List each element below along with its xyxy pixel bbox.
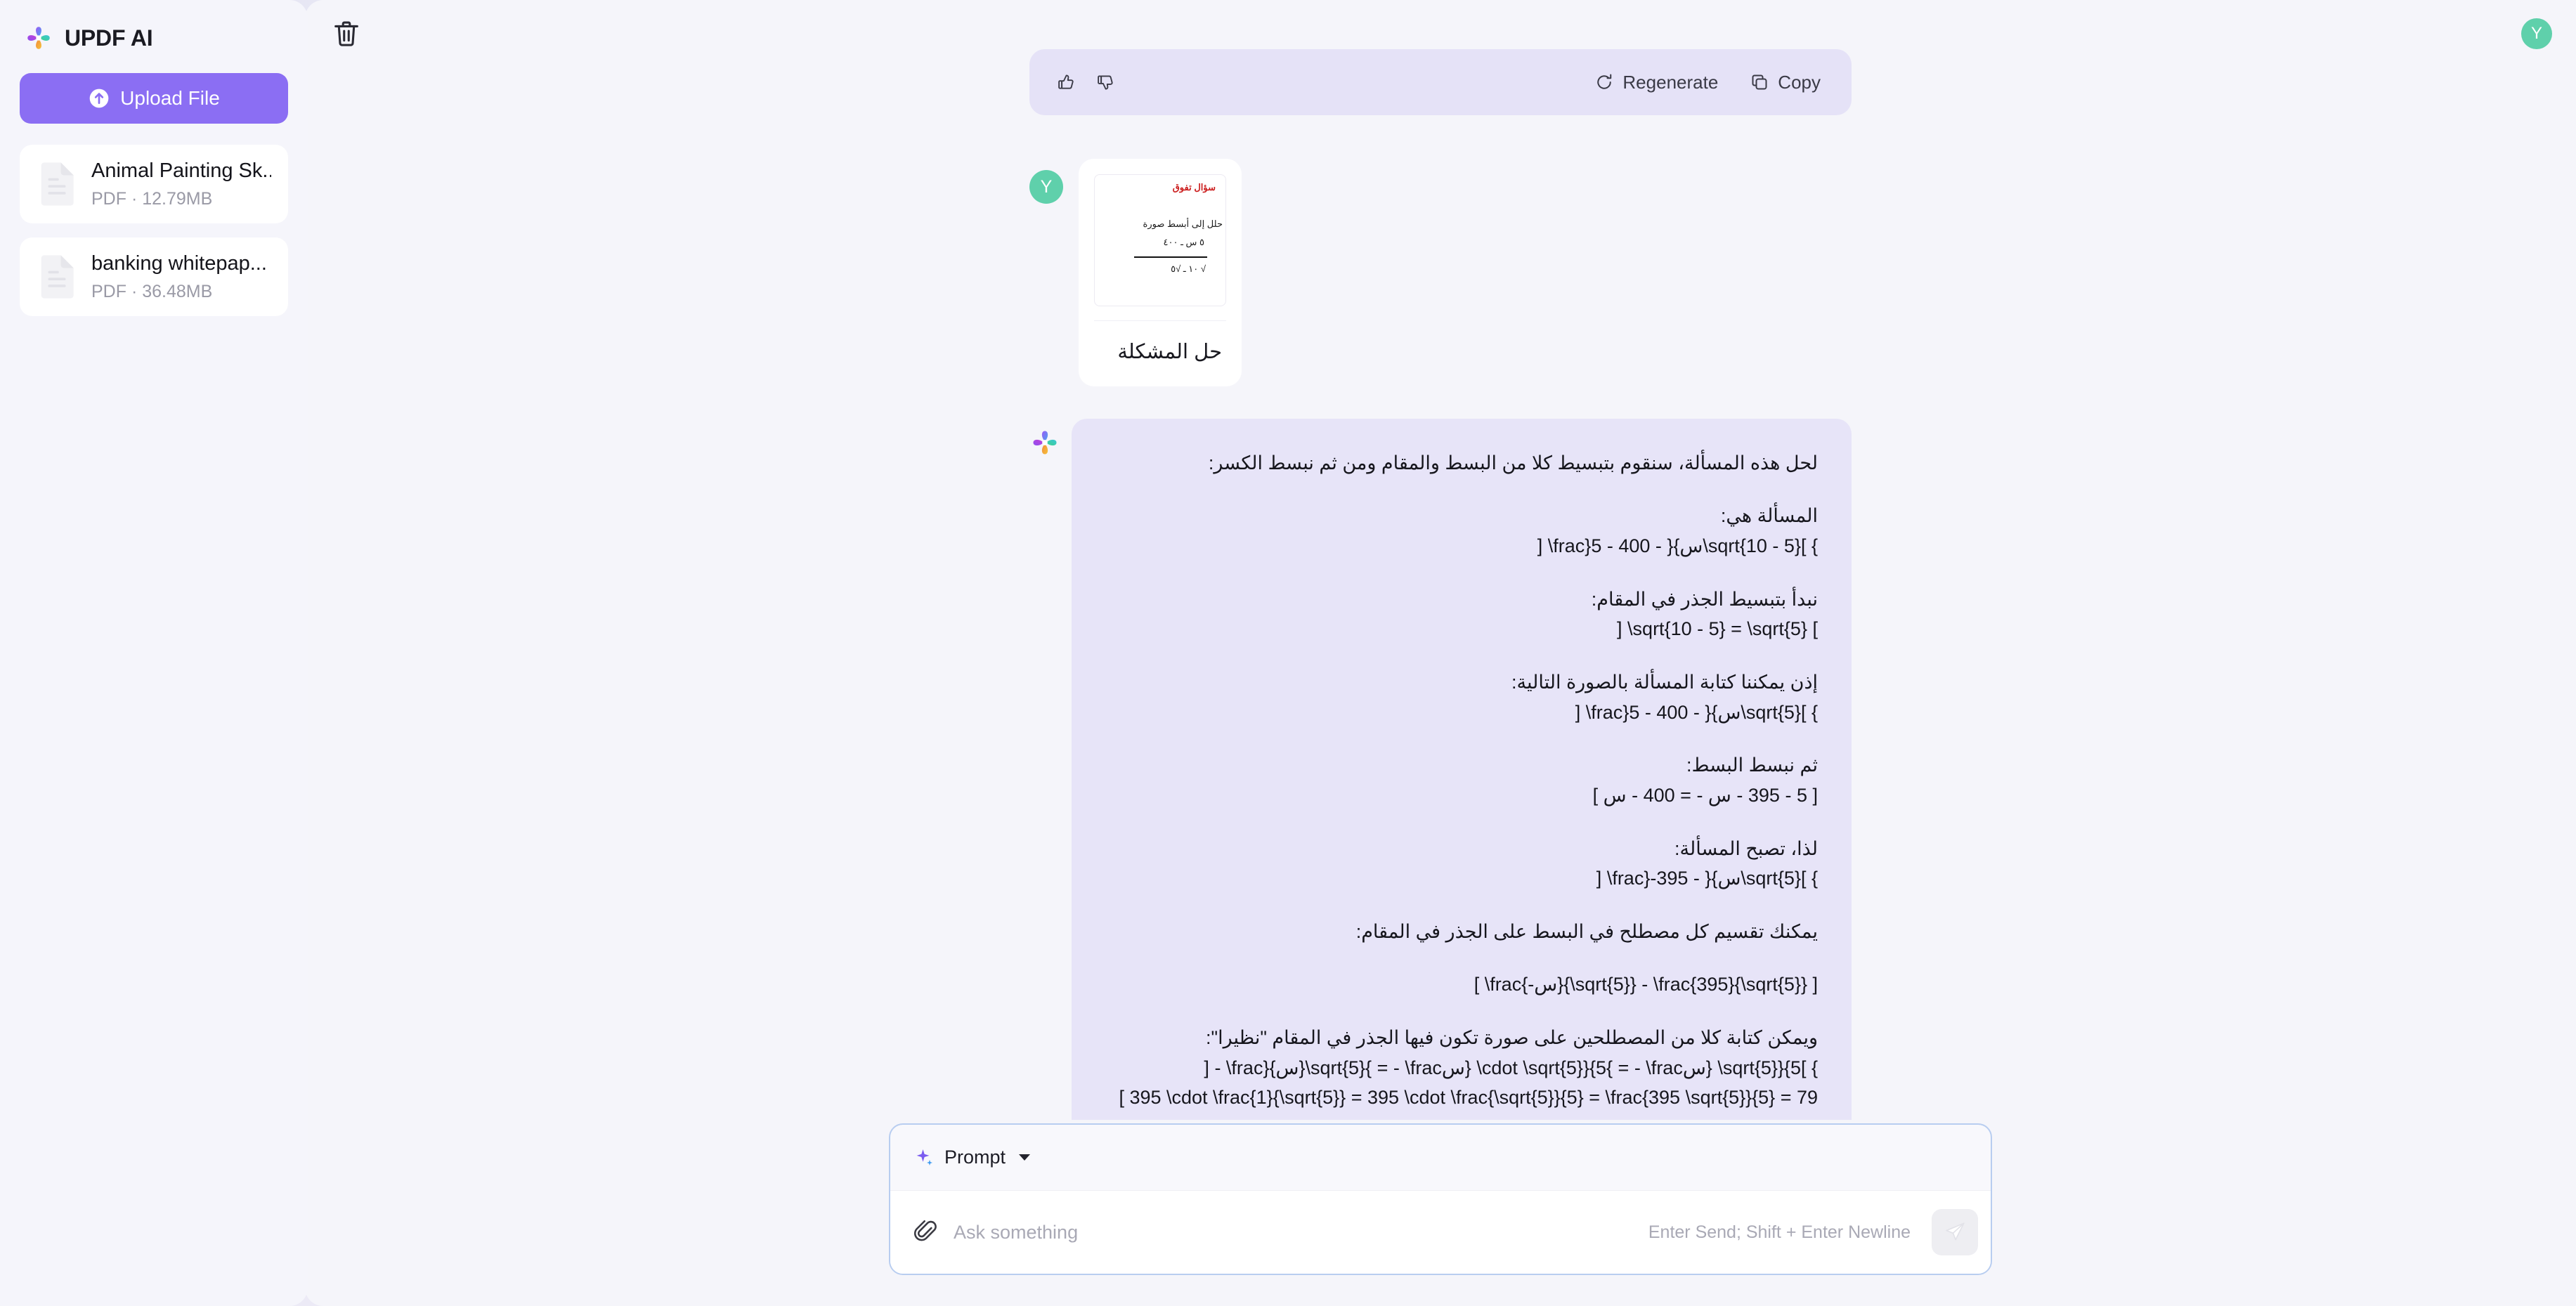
- regenerate-label: Regenerate: [1622, 71, 1719, 93]
- assistant-paragraph: [ \frac{-س}{\sqrt{5}} - \frac{395}{\sqrt…: [1474, 974, 1818, 995]
- attachment-header-text: سؤال تفوق: [1172, 182, 1216, 192]
- refresh-icon: [1597, 74, 1612, 89]
- composer-toolbar: Prompt: [890, 1125, 1991, 1191]
- assistant-paragraph: إذن يمكننا كتابة المسألة بالصورة التالية…: [1511, 671, 1818, 723]
- assistant-paragraph: ويمكن كتابة كلا من المصطلحين على صورة تك…: [1119, 1027, 1818, 1120]
- assistant-paragraph: يمكنك تقسيم كل مصطلح في البسط على الجذر …: [1355, 920, 1818, 942]
- list-item[interactable]: Animal Painting Sk... PDF · 12.79MB: [20, 145, 288, 223]
- chevron-down-icon: [1019, 1154, 1031, 1161]
- prompt-label: Prompt: [944, 1147, 1006, 1168]
- assistant-bubble: لحل هذه المسألة، سنقوم بتبسيط كلا من الب…: [1072, 418, 1852, 1120]
- copy-label: Copy: [1778, 71, 1821, 93]
- updf-flower-logo-icon: [1033, 431, 1057, 455]
- thumbs-down-icon: [1098, 75, 1113, 90]
- assistant-paragraph: لذا، تصبح المسألة: [ \frac{-395 - س}{\sq…: [1596, 837, 1818, 889]
- assistant-paragraph: ثم نبسط البسط: [ 5 - 395 - س - = 400 - س…: [1592, 755, 1818, 806]
- file-meta: Animal Painting Sk... PDF · 12.79MB: [91, 159, 271, 209]
- attachment-denominator: √ ١٠ ـ √٥: [1171, 263, 1206, 274]
- attachment-line-1: حلل إلى أبسط صورة: [1143, 218, 1223, 229]
- assistant-message: لحل هذه المسألة، سنقوم بتبسيط كلا من الب…: [1029, 418, 1852, 1120]
- file-meta-text: PDF · 36.48MB: [91, 281, 213, 301]
- upload-arrow-circle-icon: [89, 89, 109, 108]
- user-avatar[interactable]: Y: [2521, 18, 2552, 49]
- composer: Prompt Enter Send; Shift + Enter Newline: [889, 1123, 1992, 1275]
- user-message-text: حل المشكلة: [1117, 341, 1222, 363]
- brand-header: UPDF AI: [20, 18, 288, 58]
- document-icon: [41, 162, 74, 206]
- assistant-paragraph: نبدأ بتبسيط الجذر في المقام: [ \sqrt{10 …: [1591, 588, 1818, 640]
- message-tools: Regenerate Copy: [1594, 72, 1821, 93]
- composer-hint: Enter Send; Shift + Enter Newline: [1648, 1222, 1911, 1242]
- fraction-bar: [1134, 256, 1207, 258]
- prompt-selector-button[interactable]: Prompt: [914, 1147, 1031, 1168]
- file-name: Animal Painting Sk...: [91, 159, 271, 182]
- upload-file-label: Upload File: [120, 87, 220, 109]
- top-toolbar: Y: [305, 0, 2576, 67]
- delete-chat-button[interactable]: [330, 18, 363, 50]
- document-icon: [41, 255, 74, 299]
- user-message-card: سؤال تفوق حلل إلى أبسط صورة ٥ س ـ ٤٠٠ √ …: [1079, 159, 1242, 386]
- file-name: banking whitepap...: [91, 252, 267, 275]
- search-input[interactable]: [954, 1221, 1633, 1243]
- trash-icon: [334, 21, 358, 46]
- main-panel: Y Regenerate Copy Y سؤال تفوق حلل إلى أب…: [305, 0, 2576, 1306]
- attach-file-button[interactable]: [913, 1219, 938, 1246]
- send-button[interactable]: [1932, 1209, 1978, 1255]
- sidebar: UPDF AI Upload File Animal Painting Sk..: [0, 0, 308, 1306]
- conversation-list: Regenerate Copy Y سؤال تفوق حلل إلى أبسط…: [1029, 49, 1852, 1120]
- list-item[interactable]: banking whitepap... PDF · 36.48MB: [20, 237, 288, 316]
- composer-input-row: Enter Send; Shift + Enter Newline: [890, 1191, 1991, 1274]
- composer-container: Prompt Enter Send; Shift + Enter Newline: [305, 1123, 2576, 1275]
- app-root: UPDF AI Upload File Animal Painting Sk..: [0, 0, 2576, 1306]
- conversation-scroll[interactable]: Regenerate Copy Y سؤال تفوق حلل إلى أبسط…: [305, 49, 2576, 1120]
- copy-button[interactable]: Copy: [1749, 72, 1821, 93]
- assistant-paragraph: المسألة هي: [ \frac{5 - 400 - س}{\sqrt{1…: [1537, 505, 1818, 556]
- thumbs-up-button[interactable]: [1056, 72, 1077, 93]
- brand-title: UPDF AI: [65, 25, 153, 51]
- attachment-thumbnail[interactable]: سؤال تفوق حلل إلى أبسط صورة ٥ س ـ ٤٠٠ √ …: [1094, 174, 1226, 306]
- attachment-numerator: ٥ س ـ ٤٠٠: [1163, 237, 1204, 247]
- copy-icon: [1752, 74, 1767, 90]
- sparkle-icon: [916, 1149, 932, 1165]
- updf-flower-logo-icon: [27, 27, 50, 49]
- user-message: Y سؤال تفوق حلل إلى أبسط صورة ٥ س ـ ٤٠٠ …: [1029, 159, 1852, 386]
- avatar: Y: [1029, 170, 1063, 204]
- file-meta-text: PDF · 12.79MB: [91, 188, 213, 209]
- regenerate-button[interactable]: Regenerate: [1594, 72, 1718, 93]
- upload-file-button[interactable]: Upload File: [20, 73, 288, 124]
- send-plane-icon: [1946, 1222, 1965, 1241]
- feedback-group: [1056, 72, 1117, 93]
- assistant-paragraph: لحل هذه المسألة، سنقوم بتبسيط كلا من الب…: [1208, 452, 1818, 474]
- thumbs-up-icon: [1058, 74, 1074, 89]
- file-list: Animal Painting Sk... PDF · 12.79MB bank…: [20, 145, 288, 316]
- thumbs-down-button[interactable]: [1095, 72, 1117, 93]
- file-meta: banking whitepap... PDF · 36.48MB: [91, 252, 267, 302]
- paperclip-icon: [913, 1220, 937, 1241]
